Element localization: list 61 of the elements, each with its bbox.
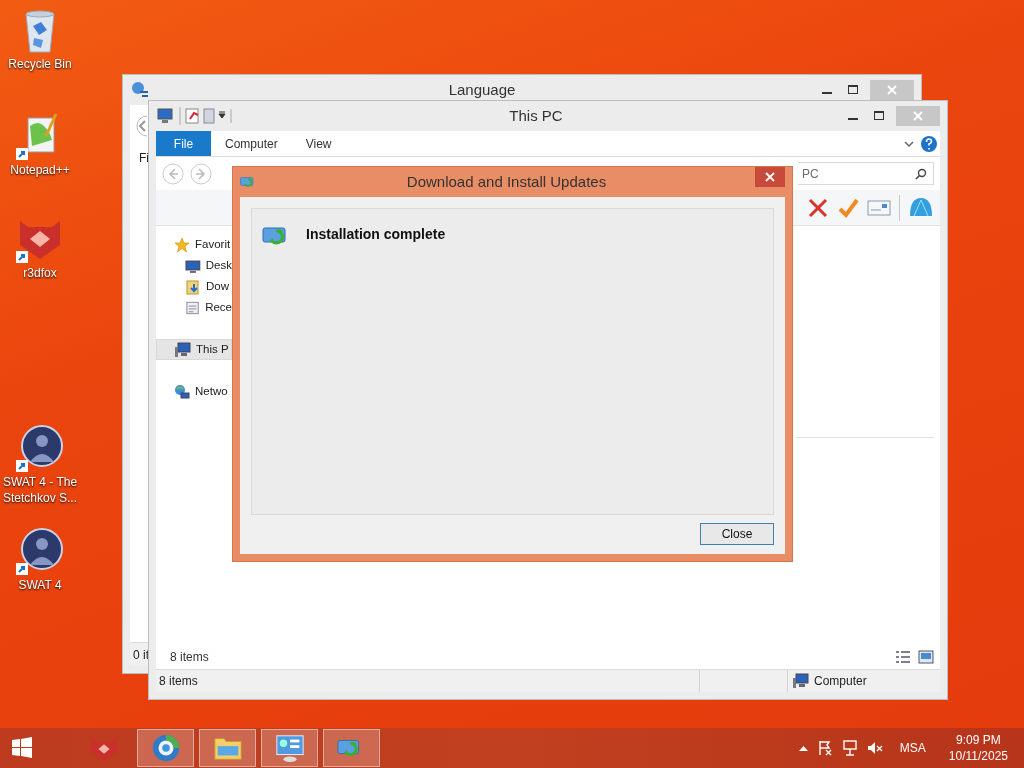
computer-icon[interactable]: [156, 108, 174, 124]
clock-date[interactable]: 10/11/2025: [948, 748, 1008, 764]
nav-item[interactable]: This P: [156, 339, 232, 360]
status-message: Installation complete: [306, 225, 446, 244]
recent-places-icon: [185, 299, 201, 316]
icon-label[interactable]: Notepad++: [9, 162, 71, 178]
window-title: Language: [447, 79, 517, 100]
taskbar-button[interactable]: [261, 729, 318, 767]
card-icon[interactable]: [867, 197, 891, 218]
cross-icon[interactable]: [807, 196, 829, 219]
speaker-muted-icon[interactable]: [866, 740, 883, 756]
close-icon: [887, 85, 897, 95]
close-icon: [913, 111, 923, 121]
nav-item[interactable]: Dow: [156, 276, 232, 297]
clock-time[interactable]: 9:09 PM: [956, 732, 1001, 748]
computer-icon: [175, 341, 191, 358]
flag-icon[interactable]: [816, 740, 833, 756]
taskbar-button[interactable]: [323, 729, 380, 767]
window-title: This PC: [508, 105, 564, 126]
icon-label[interactable]: r3dfox: [22, 265, 58, 281]
search-field[interactable]: PC: [798, 162, 934, 185]
windows-start-icon[interactable]: [11, 737, 33, 759]
language-icon: [130, 80, 150, 100]
nav-item[interactable]: Desk: [156, 255, 232, 276]
window-title: Download and Install Updates: [405, 171, 608, 192]
nav-item[interactable]: Favorit: [156, 234, 232, 255]
network-icon: [174, 383, 190, 400]
back-icon[interactable]: [133, 115, 147, 137]
menu-label: Fi: [139, 150, 149, 167]
taskbar-button[interactable]: [199, 729, 256, 767]
game-icon[interactable]: [16, 527, 64, 575]
tiles-view-icon[interactable]: [918, 650, 934, 664]
search-icon: [915, 167, 927, 180]
nav-item[interactable]: Rece: [156, 297, 232, 318]
help-icon[interactable]: [921, 135, 937, 152]
network-icon[interactable]: [841, 740, 858, 756]
icon-label[interactable]: Recycle Bin: [7, 56, 73, 72]
checkmark-icon[interactable]: [837, 196, 859, 219]
nav-item[interactable]: Netwo: [156, 381, 232, 402]
close-icon: [765, 172, 775, 182]
game-icon[interactable]: [16, 424, 64, 472]
star-icon: [174, 236, 190, 253]
taskbar-button[interactable]: [137, 729, 194, 767]
ribbon-tab[interactable]: Computer: [211, 131, 292, 156]
icon-label[interactable]: SWAT 4 - The Stetchkov S...: [0, 474, 80, 506]
control-panel-icon: [274, 733, 305, 763]
icon-label[interactable]: SWAT 4: [17, 577, 63, 593]
monitor-icon: [185, 257, 201, 274]
close-button[interactable]: Close: [700, 523, 774, 545]
close-button[interactable]: [755, 167, 785, 187]
ribbon-tab[interactable]: View: [291, 131, 346, 156]
item-count: 8 items: [170, 649, 209, 666]
chevron-up-icon[interactable]: [798, 745, 808, 751]
details-view-icon[interactable]: [895, 650, 911, 664]
status-text: Computer: [814, 673, 867, 690]
browser-icon: [150, 733, 181, 763]
computer-icon: [793, 673, 809, 689]
download-folder-icon: [185, 278, 201, 295]
language-indicator[interactable]: MSA: [899, 739, 926, 757]
status-text: 8 items: [156, 670, 700, 692]
ribbon-tab[interactable]: File: [156, 131, 211, 156]
